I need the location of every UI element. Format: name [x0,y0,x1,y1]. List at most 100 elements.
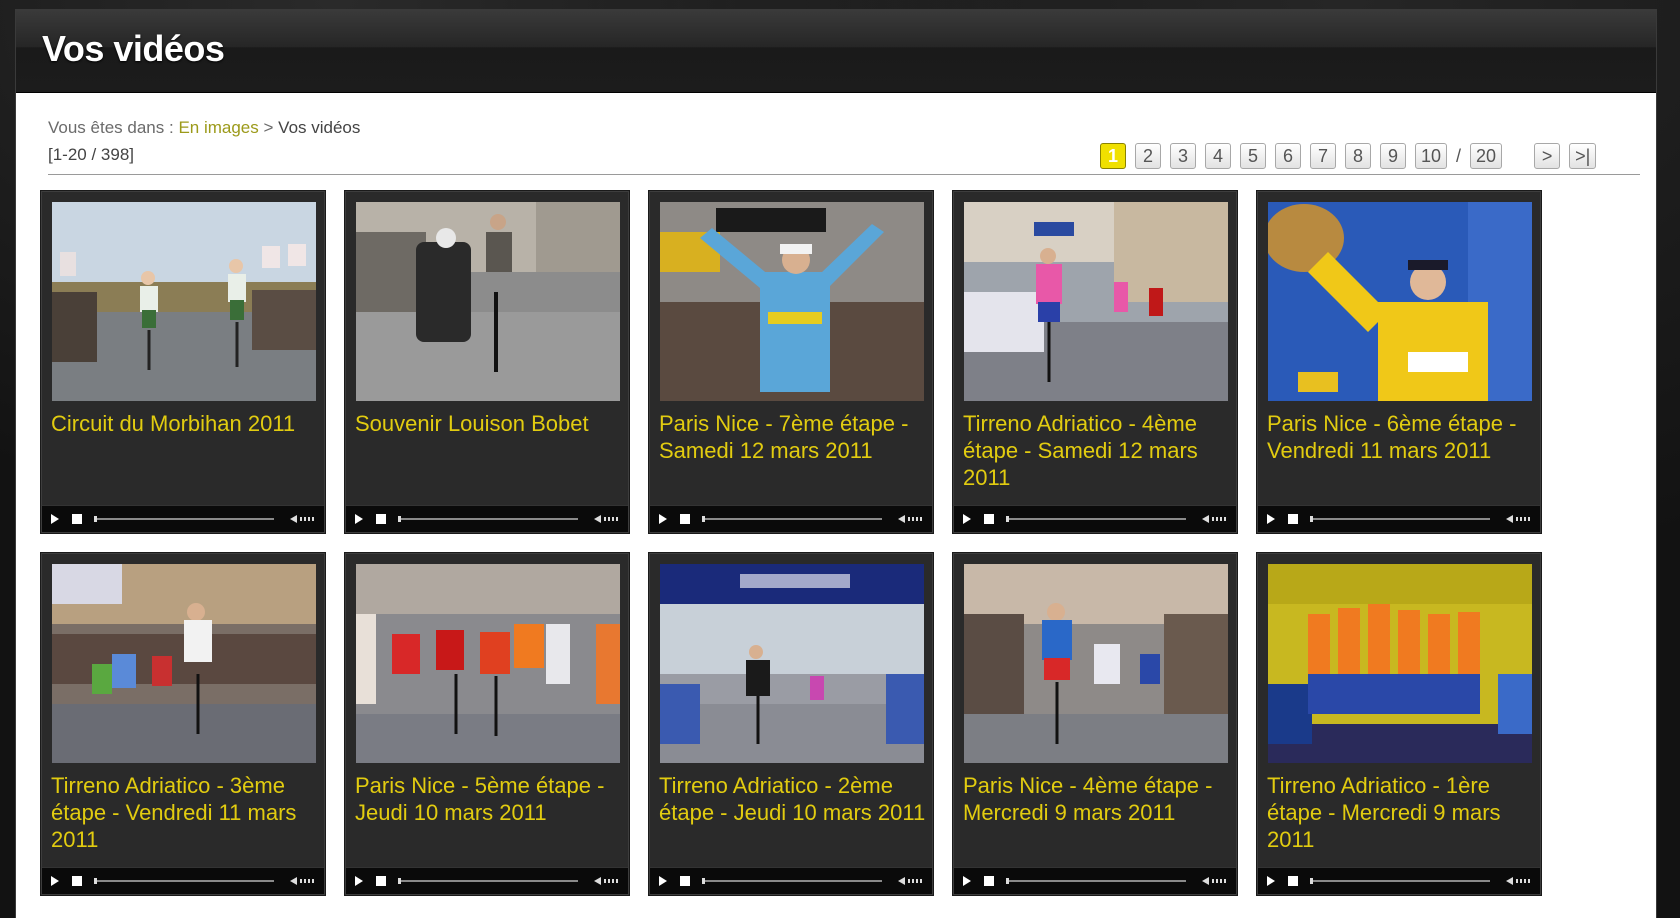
play-icon[interactable] [355,876,363,886]
play-icon[interactable] [1267,876,1275,886]
video-thumbnail[interactable] [964,564,1228,763]
video-title[interactable]: Tirreno Adriatico - 1ère étape - Mercred… [1267,772,1535,853]
play-icon[interactable] [963,876,971,886]
volume-icon[interactable] [290,876,316,886]
video-thumbnail[interactable] [356,202,620,401]
volume-icon[interactable] [290,514,316,524]
play-icon[interactable] [1267,514,1275,524]
play-icon[interactable] [963,514,971,524]
breadcrumb-prefix: Vous êtes dans : [48,118,174,137]
progress-bar[interactable] [1310,878,1490,884]
page-button-total[interactable]: 20 [1470,143,1503,169]
video-card[interactable]: Paris Nice - 6ème étape - Vendredi 11 ma… [1257,191,1541,533]
pagination: 1 2 3 4 5 6 7 8 9 10 / 20 > >| [1100,142,1605,170]
last-page-button[interactable]: >| [1569,143,1597,169]
stop-icon[interactable] [1288,514,1298,524]
page-button-9[interactable]: 9 [1380,143,1406,169]
panel-header: Vos vidéos [16,10,1656,93]
progress-bar[interactable] [398,878,578,884]
stop-icon[interactable] [72,514,82,524]
divider [48,174,1640,175]
progress-bar[interactable] [702,516,882,522]
page-button-1[interactable]: 1 [1100,143,1126,169]
video-card[interactable]: Paris Nice - 4ème étape - Mercredi 9 mar… [953,553,1237,895]
progress-bar[interactable] [1006,516,1186,522]
player-controls [1258,505,1540,532]
page-button-6[interactable]: 6 [1275,143,1301,169]
video-title[interactable]: Paris Nice - 7ème étape - Samedi 12 mars… [659,410,927,464]
stop-icon[interactable] [376,876,386,886]
page-button-2[interactable]: 2 [1135,143,1161,169]
video-thumbnail[interactable] [1268,202,1532,401]
video-card[interactable]: Circuit du Morbihan 2011 [41,191,325,533]
video-title[interactable]: Paris Nice - 6ème étape - Vendredi 11 ma… [1267,410,1535,464]
progress-bar[interactable] [94,878,274,884]
stop-icon[interactable] [72,876,82,886]
video-thumbnail[interactable] [964,202,1228,401]
video-grid: Circuit du Morbihan 2011 Souvenir Louiso… [41,191,1541,895]
player-controls [954,505,1236,532]
page-button-8[interactable]: 8 [1345,143,1371,169]
video-card[interactable]: Tirreno Adriatico - 4ème étape - Samedi … [953,191,1237,533]
stop-icon[interactable] [376,514,386,524]
progress-bar[interactable] [94,516,274,522]
volume-icon[interactable] [594,514,620,524]
video-card[interactable]: Souvenir Louison Bobet [345,191,629,533]
video-card[interactable]: Tirreno Adriatico - 2ème étape - Jeudi 1… [649,553,933,895]
player-controls [42,505,324,532]
video-thumbnail[interactable] [52,564,316,763]
player-controls [346,505,628,532]
page-button-7[interactable]: 7 [1310,143,1336,169]
video-title[interactable]: Tirreno Adriatico - 4ème étape - Samedi … [963,410,1231,491]
volume-icon[interactable] [898,876,924,886]
breadcrumb-current: Vos vidéos [278,118,361,137]
page-button-5[interactable]: 5 [1240,143,1266,169]
volume-icon[interactable] [1202,876,1228,886]
video-thumbnail[interactable] [1268,564,1532,763]
video-title[interactable]: Paris Nice - 4ème étape - Mercredi 9 mar… [963,772,1231,826]
play-icon[interactable] [659,876,667,886]
volume-icon[interactable] [1506,514,1532,524]
play-icon[interactable] [51,514,59,524]
video-card[interactable]: Paris Nice - 5ème étape - Jeudi 10 mars … [345,553,629,895]
play-icon[interactable] [355,514,363,524]
stop-icon[interactable] [680,514,690,524]
video-card[interactable]: Tirreno Adriatico - 3ème étape - Vendred… [41,553,325,895]
play-icon[interactable] [51,876,59,886]
progress-bar[interactable] [702,878,882,884]
page-button-3[interactable]: 3 [1170,143,1196,169]
page-button-4[interactable]: 4 [1205,143,1231,169]
progress-bar[interactable] [1310,516,1490,522]
stop-icon[interactable] [680,876,690,886]
stop-icon[interactable] [984,514,994,524]
next-page-button[interactable]: > [1534,143,1561,169]
video-title[interactable]: Paris Nice - 5ème étape - Jeudi 10 mars … [355,772,623,826]
results-range: [1-20 / 398] [48,145,135,164]
video-thumbnail[interactable] [660,564,924,763]
video-thumbnail[interactable] [356,564,620,763]
volume-icon[interactable] [898,514,924,524]
video-card[interactable]: Tirreno Adriatico - 1ère étape - Mercred… [1257,553,1541,895]
progress-bar[interactable] [398,516,578,522]
player-controls [346,867,628,894]
stop-icon[interactable] [1288,876,1298,886]
page-button-10[interactable]: 10 [1415,143,1448,169]
video-title[interactable]: Souvenir Louison Bobet [355,410,623,437]
play-icon[interactable] [659,514,667,524]
player-controls [42,867,324,894]
video-title[interactable]: Circuit du Morbihan 2011 [51,410,319,437]
volume-icon[interactable] [1506,876,1532,886]
volume-icon[interactable] [594,876,620,886]
page-title: Vos vidéos [42,28,225,69]
stop-icon[interactable] [984,876,994,886]
player-controls [954,867,1236,894]
progress-bar[interactable] [1006,878,1186,884]
video-card[interactable]: Paris Nice - 7ème étape - Samedi 12 mars… [649,191,933,533]
video-title[interactable]: Tirreno Adriatico - 2ème étape - Jeudi 1… [659,772,927,826]
breadcrumb-link-en-images[interactable]: En images [178,118,258,137]
video-title[interactable]: Tirreno Adriatico - 3ème étape - Vendred… [51,772,319,853]
video-thumbnail[interactable] [660,202,924,401]
volume-icon[interactable] [1202,514,1228,524]
video-thumbnail[interactable] [52,202,316,401]
breadcrumb-separator: > [263,118,274,137]
